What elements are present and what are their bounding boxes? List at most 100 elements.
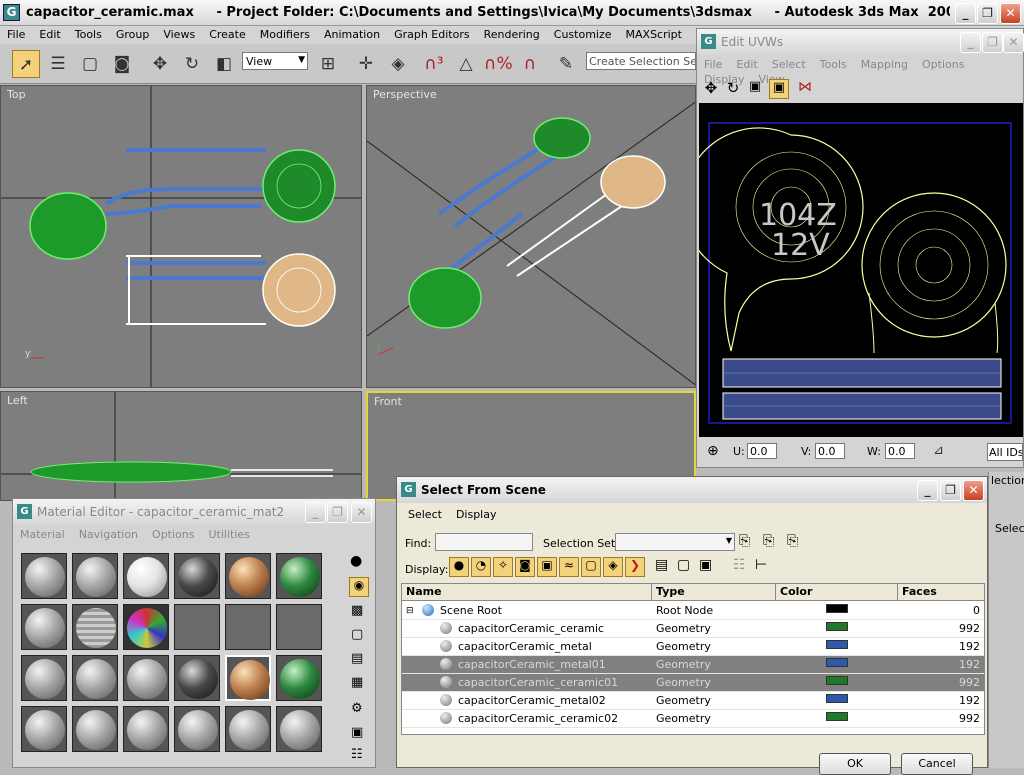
mat-menu-utilities[interactable]: Utilities [201, 527, 256, 542]
sample-slot[interactable] [123, 604, 169, 650]
table-row[interactable]: capacitorCeramic_ceramic Geometry 992 [402, 620, 984, 638]
sample-slot[interactable] [72, 655, 118, 701]
sample-slot[interactable] [21, 655, 67, 701]
uvw-minimize-button[interactable]: _ [960, 32, 981, 53]
uvw-menu-options[interactable]: Options [915, 57, 971, 72]
display-groups-icon[interactable]: ▢ [581, 557, 601, 577]
select-by-name-icon[interactable]: ☰ [44, 50, 72, 78]
scene-root-row[interactable]: ⊟ Scene Root Root Node 0 [402, 602, 984, 620]
select-invert-icon[interactable]: ⎘ [787, 533, 798, 549]
table-row[interactable]: capacitorCeramic_metal02 Geometry 192 [402, 692, 984, 710]
viewport-top[interactable]: Top y [0, 85, 362, 388]
sample-slot[interactable] [276, 706, 322, 752]
uvw-freeform-icon[interactable]: ▣ [769, 79, 789, 99]
minimize-button[interactable]: _ [955, 3, 976, 24]
uvw-ids-dropdown[interactable]: All IDs [987, 443, 1023, 461]
video-color-check-icon[interactable]: ▤ [351, 651, 363, 666]
rect-select-region-icon[interactable]: ▢ [76, 50, 104, 78]
table-row[interactable]: capacitorCeramic_ceramic01 Geometry 992 [402, 674, 984, 692]
rotate-icon[interactable]: ↻ [178, 50, 206, 78]
sample-slot[interactable] [174, 604, 220, 650]
menu-animation[interactable]: Animation [317, 26, 387, 43]
select-scene-minimize-button[interactable]: _ [917, 480, 938, 501]
options-icon[interactable]: ⚙ [351, 701, 363, 716]
w-value-field[interactable]: 0.0 [885, 443, 915, 459]
material-editor-minimize-button[interactable]: _ [305, 502, 326, 523]
sample-slot[interactable] [21, 706, 67, 752]
sample-slot[interactable] [123, 655, 169, 701]
menu-modifiers[interactable]: Modifiers [253, 26, 317, 43]
display-shapes-icon[interactable]: ◔ [471, 557, 491, 577]
find-input[interactable] [435, 533, 533, 551]
close-button[interactable]: ✕ [1000, 3, 1021, 24]
menu-edit[interactable]: Edit [32, 26, 67, 43]
menu-customize[interactable]: Customize [547, 26, 619, 43]
move-icon[interactable]: ✥ [146, 50, 174, 78]
spinner-snap-icon[interactable]: ∩ [516, 50, 544, 78]
display-cameras-icon[interactable]: ◙ [515, 557, 535, 577]
mat-menu-options[interactable]: Options [145, 527, 201, 542]
uvw-scale-icon[interactable]: ▣ [745, 79, 765, 99]
selection-set-dropdown[interactable]: ▼ [615, 533, 735, 551]
uvw-mirror-icon[interactable]: ⋈ [795, 79, 815, 99]
uvw-menu-file[interactable]: File [697, 57, 729, 72]
column-header-name[interactable]: Name [402, 584, 652, 600]
uvw-menu-edit[interactable]: Edit [729, 57, 764, 72]
column-header-faces[interactable]: Faces [898, 584, 984, 600]
sample-slot[interactable] [174, 655, 220, 701]
backlight-icon[interactable]: ◉ [349, 577, 369, 597]
uvw-close-button[interactable]: ✕ [1003, 32, 1024, 53]
sample-slot-active[interactable] [225, 655, 271, 701]
maximize-button[interactable]: ❐ [977, 3, 998, 24]
display-hierarchy-icon[interactable]: ⊢ [755, 557, 767, 573]
edit-named-selection-icon[interactable]: ✎ [552, 50, 580, 78]
uvw-rotate-icon[interactable]: ↻ [723, 79, 743, 99]
sample-slot[interactable] [21, 553, 67, 599]
uvw-snap-icon[interactable]: ⊿ [933, 443, 944, 458]
menu-group[interactable]: Group [109, 26, 157, 43]
viewport-left[interactable]: Left [0, 391, 362, 501]
select-none-icon[interactable]: ⎘ [763, 533, 774, 549]
select-all-icon[interactable]: ⎘ [739, 533, 750, 549]
display-geometry-icon[interactable]: ● [449, 557, 469, 577]
make-preview-icon[interactable]: ▦ [351, 675, 363, 690]
material-editor-close-button[interactable]: ✕ [351, 502, 372, 523]
sample-slot[interactable] [72, 553, 118, 599]
display-xrefs-icon[interactable]: ◈ [603, 557, 623, 577]
expand-collapse-icon[interactable]: ⊟ [406, 606, 414, 616]
ok-button[interactable]: OK [819, 753, 891, 775]
uv-editor-canvas[interactable]: 104Z 12V [699, 103, 1023, 437]
table-row[interactable]: capacitorCeramic_ceramic02 Geometry 992 [402, 710, 984, 728]
uvw-menu-mapping[interactable]: Mapping [854, 57, 915, 72]
sample-slot[interactable] [225, 706, 271, 752]
column-header-color[interactable]: Color [776, 584, 898, 600]
mat-menu-navigation[interactable]: Navigation [72, 527, 145, 542]
sample-slot[interactable] [276, 553, 322, 599]
named-selection-set-field[interactable]: Create Selection Set [586, 52, 696, 70]
select-and-manipulate-icon[interactable]: ✛ [352, 50, 380, 78]
menu-views[interactable]: Views [156, 26, 202, 43]
display-lights-icon[interactable]: ✧ [493, 557, 513, 577]
uvw-menu-tools[interactable]: Tools [813, 57, 854, 72]
sample-slot[interactable] [72, 604, 118, 650]
menu-maxscript[interactable]: MAXScript [619, 26, 689, 43]
sample-uv-tiling-icon[interactable]: ▢ [351, 627, 363, 642]
percent-snap-icon[interactable]: ∩% [484, 50, 513, 78]
sample-slot[interactable] [276, 604, 322, 650]
menu-tools[interactable]: Tools [68, 26, 109, 43]
angle-snap-icon[interactable]: △ [452, 50, 480, 78]
menu-graph-editors[interactable]: Graph Editors [387, 26, 477, 43]
menu-rendering[interactable]: Rendering [477, 26, 547, 43]
sample-slot[interactable] [225, 553, 271, 599]
display-invert-icon[interactable]: ▣ [699, 557, 712, 573]
display-children-icon[interactable]: ☷ [733, 557, 746, 573]
sample-slot[interactable] [174, 706, 220, 752]
keyboard-shortcut-toggle-icon[interactable]: ◈ [384, 50, 412, 78]
display-helpers-icon[interactable]: ▣ [537, 557, 557, 577]
sample-slot[interactable] [174, 553, 220, 599]
uvw-move-icon[interactable]: ✥ [701, 79, 721, 99]
viewport-perspective[interactable]: Perspective [366, 85, 696, 388]
select-arrow-icon[interactable]: ➚ [12, 50, 40, 78]
display-none-icon[interactable]: ▢ [677, 557, 690, 573]
sample-slot[interactable] [225, 604, 271, 650]
